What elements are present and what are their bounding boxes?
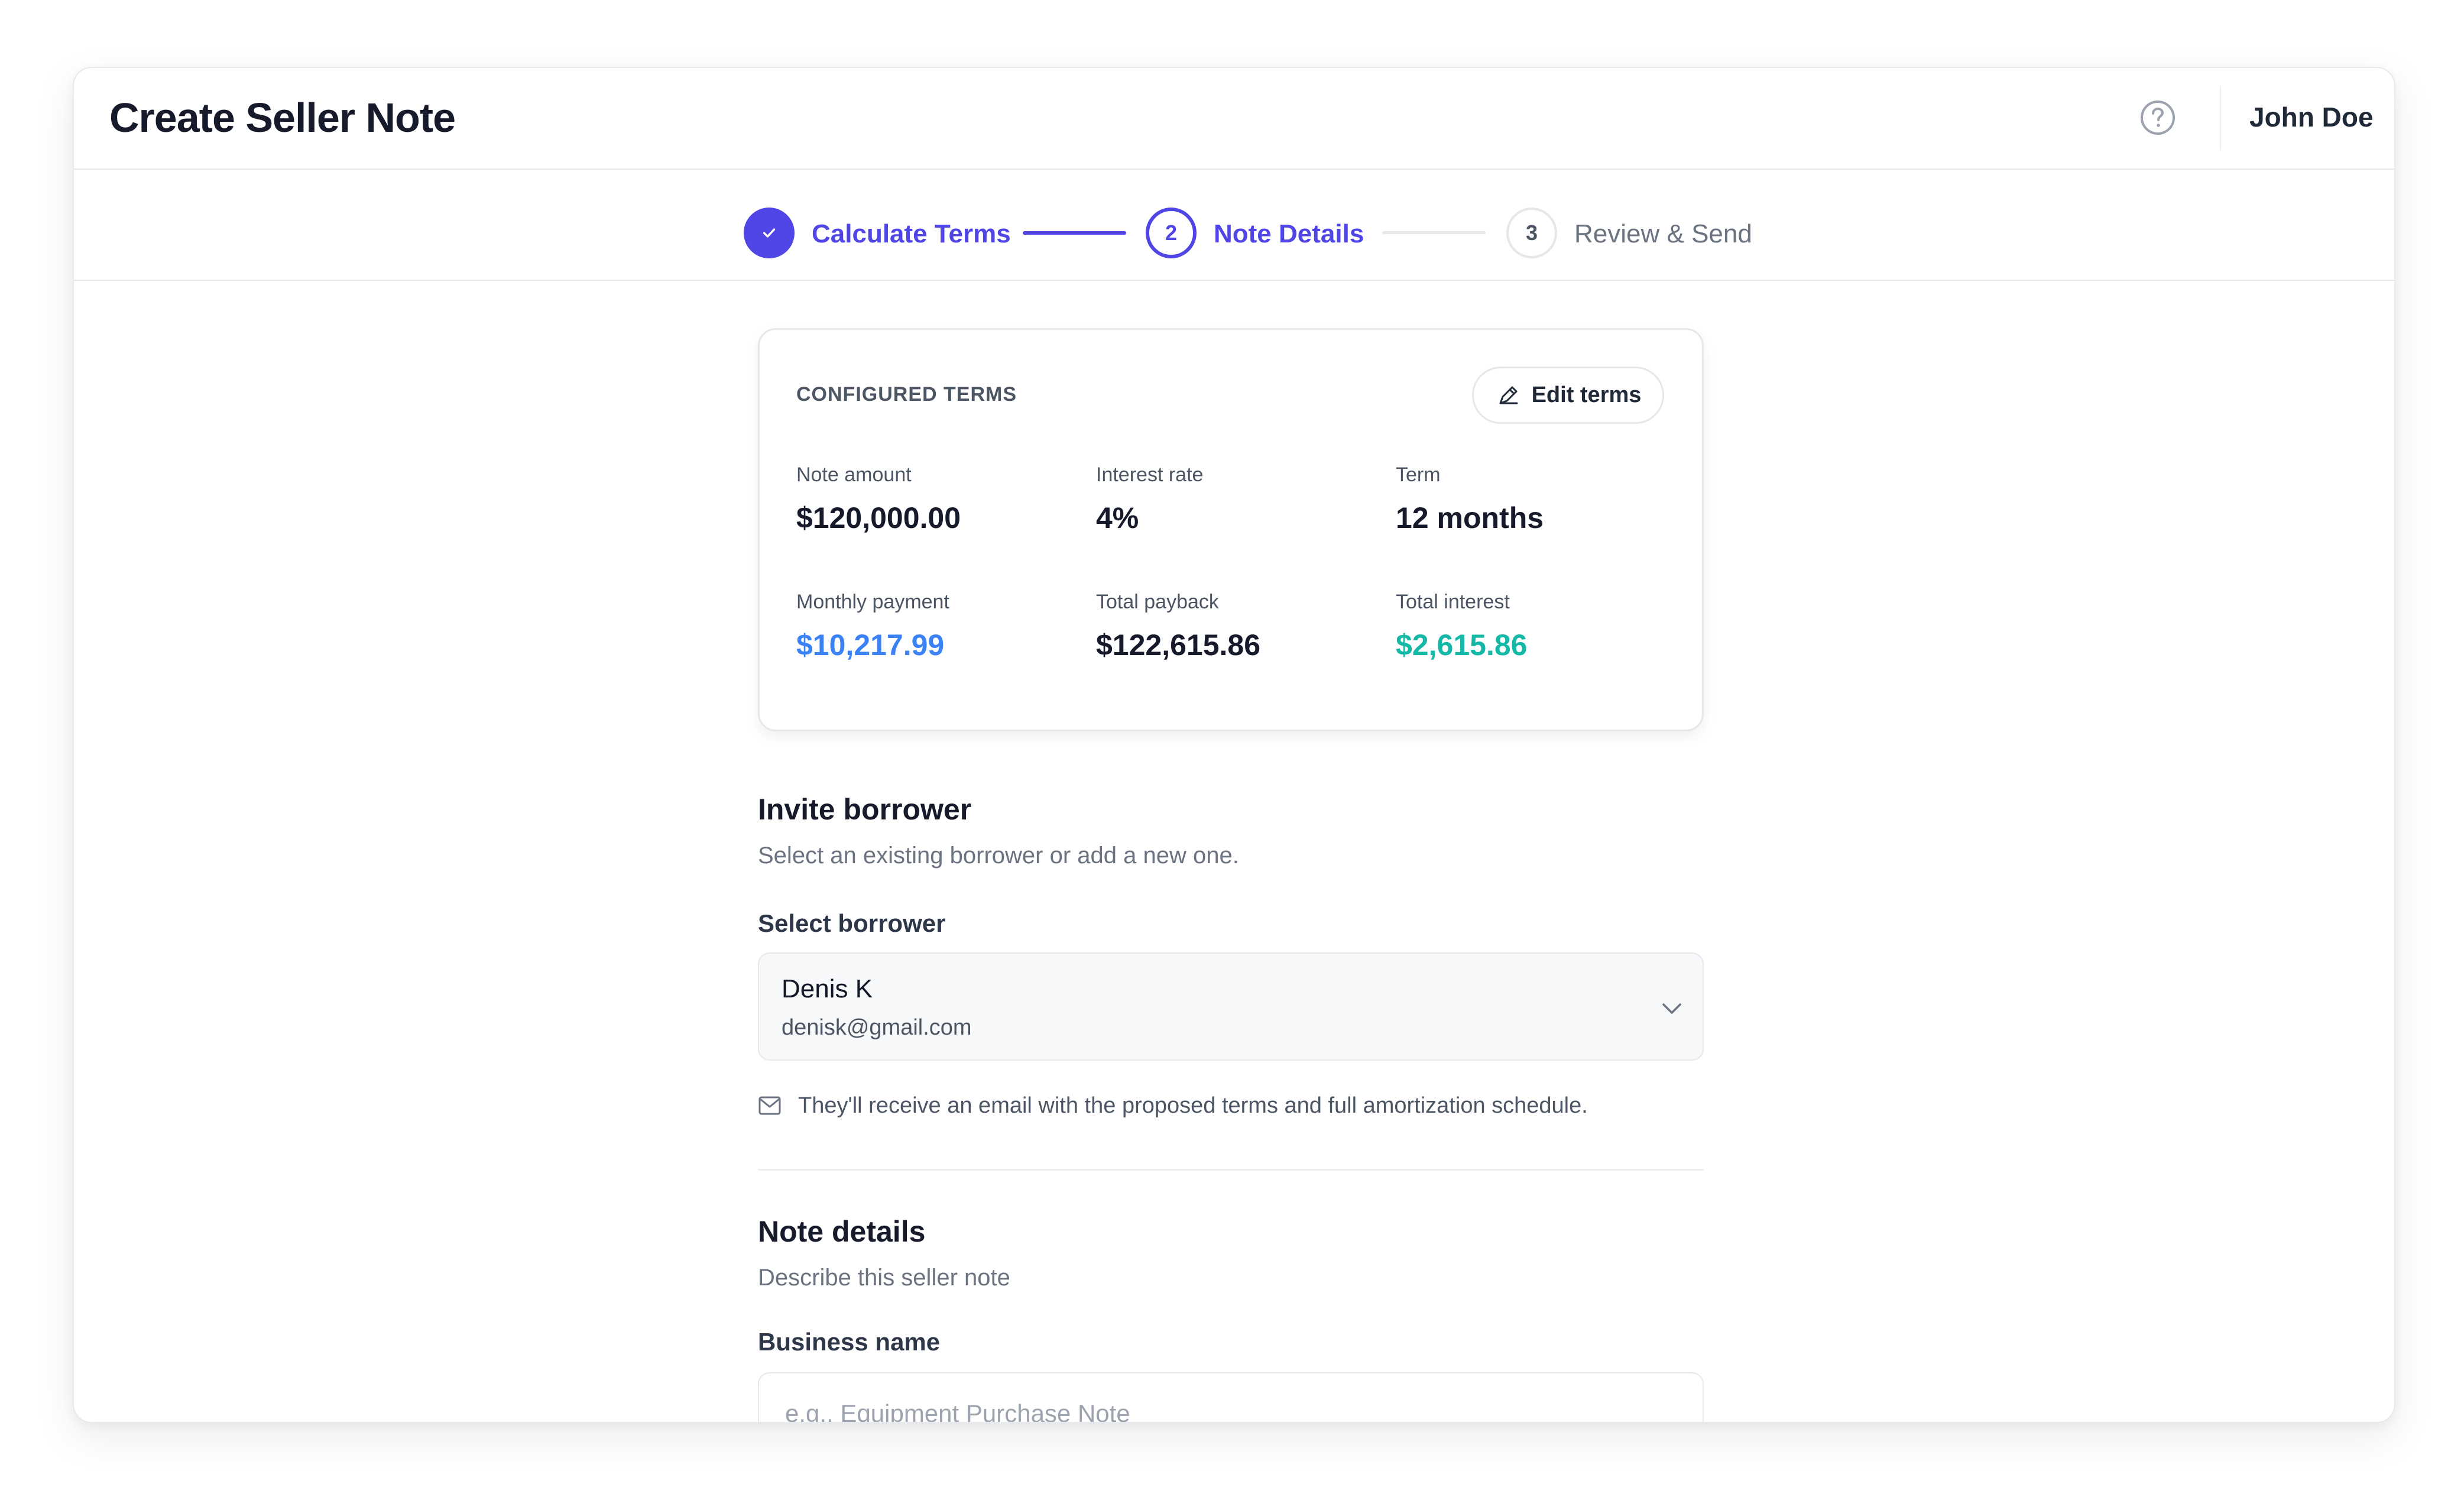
step-1-complete[interactable] [744,208,795,258]
header-divider [2220,86,2221,151]
note-amount-label: Note amount [796,464,912,486]
edit-terms-button[interactable]: Edit terms [1472,367,1664,424]
section-divider [758,1169,1704,1171]
step-3-label[interactable]: Review & Send [1574,219,1752,249]
edit-terms-label: Edit terms [1531,383,1642,407]
mail-icon [758,1096,781,1115]
header: Create Seller Note John Doe [74,68,2394,170]
total-interest-value: $2,615.86 [1396,628,1528,662]
app-window: Create Seller Note John Doe Calculate Te… [73,67,2395,1423]
configured-terms-card: CONFIGURED TERMS Edit terms Note amount … [758,328,1704,731]
interest-rate-value: 4% [1096,501,1139,534]
step-connector-complete [1023,231,1126,235]
pencil-icon [1499,386,1518,404]
invite-borrower-subtitle: Select an existing borrower or add a new… [758,843,1239,869]
interest-rate-metric: Interest rate 4% [1096,464,1203,535]
business-name-input[interactable] [758,1372,1704,1422]
total-payback-value: $122,615.86 [1096,628,1261,662]
configured-terms-label: CONFIGURED TERMS [796,383,1017,406]
step-1-label[interactable]: Calculate Terms [812,219,1011,249]
selected-borrower-email: denisk@gmail.com [782,1015,972,1040]
interest-rate-label: Interest rate [1096,464,1204,486]
monthly-payment-metric: Monthly payment $10,217.99 [796,591,949,662]
term-value: 12 months [1396,501,1544,534]
chevron-down-icon [1662,1003,1681,1014]
note-details-title: Note details [758,1215,926,1248]
total-payback-label: Total payback [1096,591,1219,613]
note-details-subtitle: Describe this seller note [758,1265,1010,1291]
user-name[interactable]: John Doe [2249,101,2374,133]
total-interest-label: Total interest [1396,591,1510,613]
total-payback-metric: Total payback $122,615.86 [1096,591,1260,662]
term-label: Term [1396,464,1441,486]
note-amount-value: $120,000.00 [796,501,961,534]
email-notice-text: They'll receive an email with the propos… [798,1093,1588,1118]
select-borrower-label: Select borrower [758,909,946,937]
progress-stepper: Calculate Terms 2 Note Details 3 Review … [74,170,2394,281]
step-3-upcoming[interactable]: 3 [1506,208,1557,258]
note-amount-metric: Note amount $120,000.00 [796,464,961,535]
borrower-select[interactable]: Denis K denisk@gmail.com [758,952,1704,1061]
help-circle-icon[interactable] [2139,99,2177,137]
check-icon [763,228,776,238]
monthly-payment-value: $10,217.99 [796,628,945,662]
selected-borrower-name: Denis K [782,974,873,1003]
page-title: Create Seller Note [109,95,456,141]
term-metric: Term 12 months [1396,464,1544,535]
business-name-label: Business name [758,1328,941,1356]
total-interest-metric: Total interest $2,615.86 [1396,591,1527,662]
step-2-label[interactable]: Note Details [1214,219,1364,249]
monthly-payment-label: Monthly payment [796,591,949,613]
invite-borrower-title: Invite borrower [758,793,972,826]
step-2-current[interactable]: 2 [1146,208,1197,258]
step-connector-upcoming [1382,231,1486,234]
